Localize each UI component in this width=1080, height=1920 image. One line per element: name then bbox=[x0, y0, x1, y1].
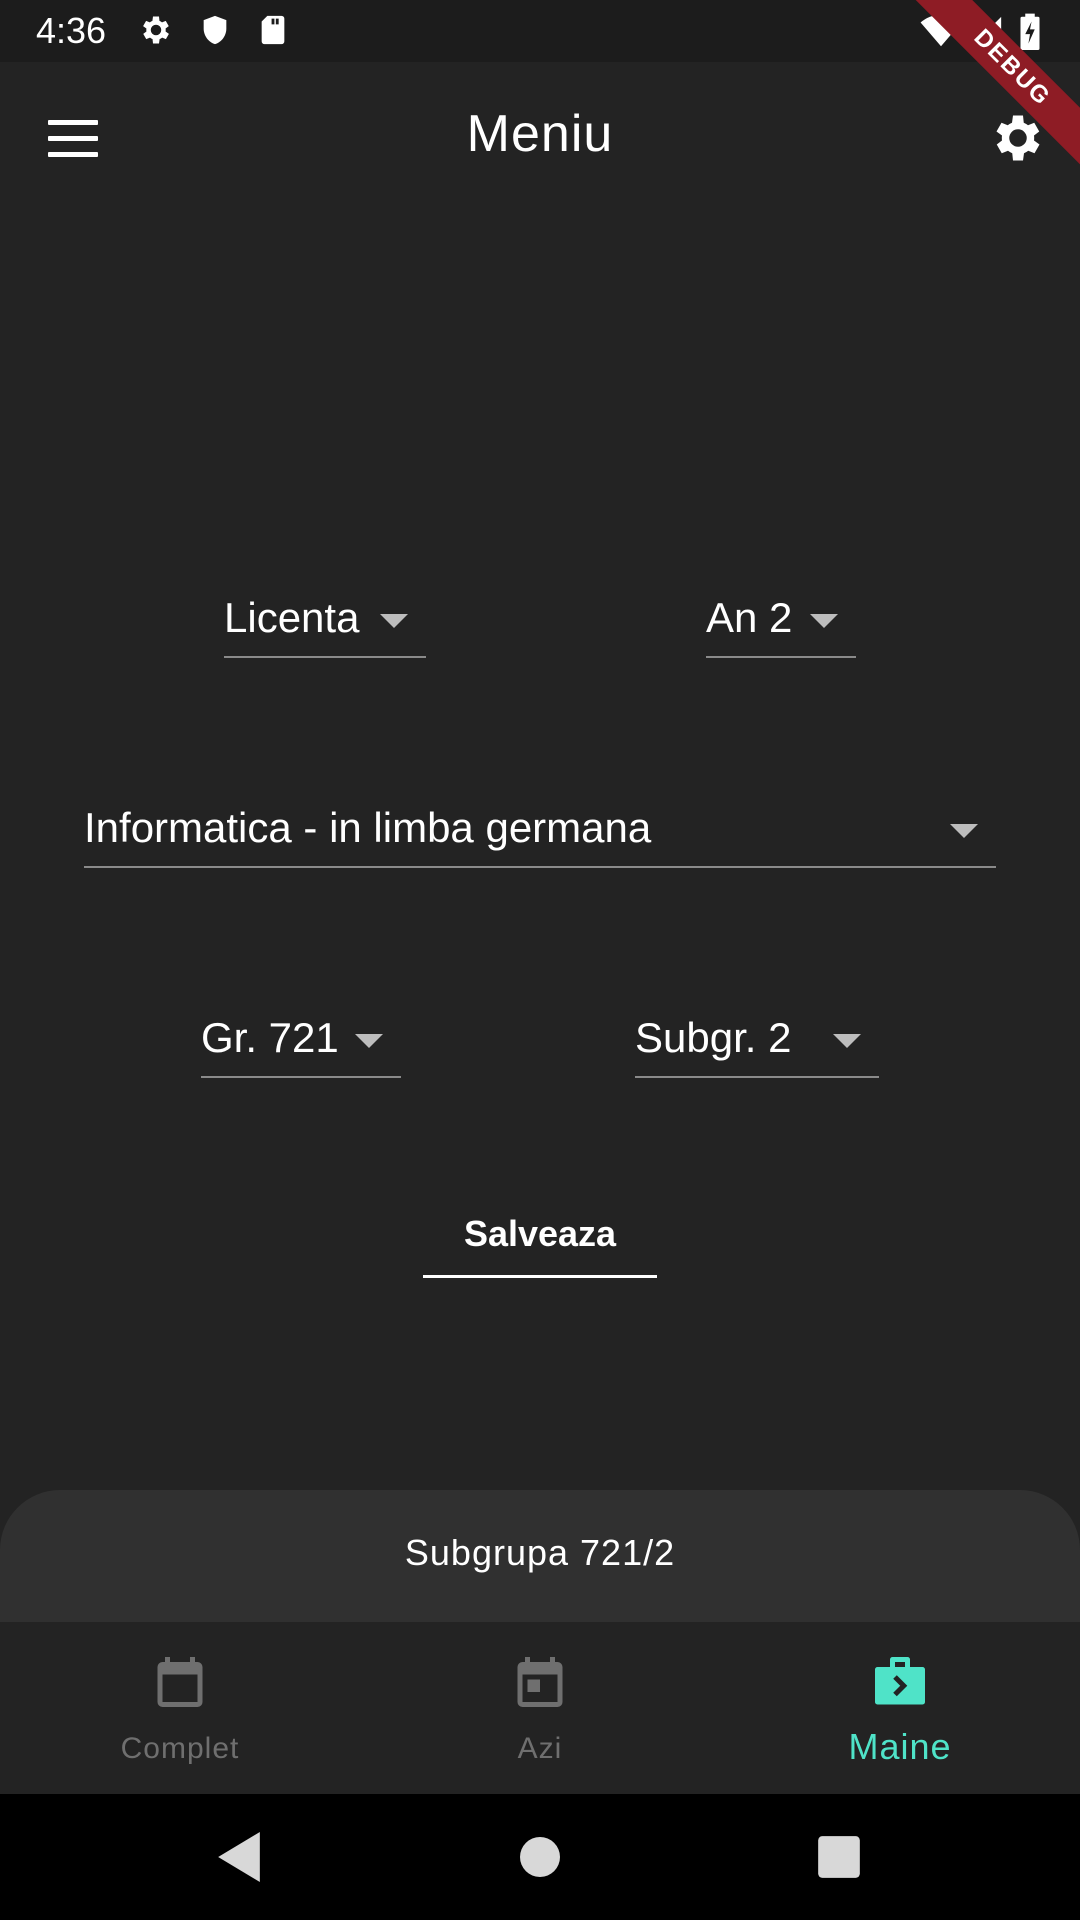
nav-item-complet[interactable]: Complet bbox=[0, 1622, 360, 1794]
briefcase-arrow-icon bbox=[875, 1657, 925, 1705]
bottom-navigation: Complet Azi Maine bbox=[0, 1622, 1080, 1794]
page-title: Meniu bbox=[466, 105, 614, 163]
subgroup-value: Subgr. 2 bbox=[635, 1014, 792, 1061]
level-dropdown[interactable]: Licenta bbox=[224, 584, 426, 658]
status-bar: 4:36 bbox=[0, 0, 1080, 62]
level-value: Licenta bbox=[224, 594, 360, 641]
nav-label: Complet bbox=[120, 1732, 240, 1765]
nav-label: Azi bbox=[517, 1732, 563, 1765]
calendar-today-icon bbox=[517, 1657, 563, 1707]
specialization-dropdown[interactable]: Informatica - in limba germana bbox=[84, 794, 996, 868]
nav-item-maine[interactable]: Maine bbox=[720, 1622, 1080, 1794]
chevron-down-icon bbox=[355, 1034, 383, 1048]
chevron-down-icon bbox=[380, 614, 408, 628]
bottom-sheet[interactable]: Subgrupa 721/2 bbox=[0, 1490, 1080, 1622]
home-icon[interactable] bbox=[520, 1832, 560, 1882]
nav-label: Maine bbox=[848, 1726, 952, 1767]
back-icon[interactable] bbox=[218, 1832, 260, 1882]
system-navigation-bar bbox=[0, 1794, 1080, 1920]
calendar-icon bbox=[157, 1657, 203, 1707]
subgroup-dropdown[interactable]: Subgr. 2 bbox=[635, 1004, 879, 1078]
status-time: 4:36 bbox=[36, 10, 107, 51]
specialization-value: Informatica - in limba germana bbox=[84, 804, 652, 851]
group-dropdown[interactable]: Gr. 721 bbox=[201, 1004, 401, 1078]
save-button[interactable]: Salveaza bbox=[423, 1192, 657, 1278]
group-value: Gr. 721 bbox=[201, 1014, 339, 1061]
year-value: An 2 bbox=[706, 594, 793, 641]
year-dropdown[interactable]: An 2 bbox=[706, 584, 856, 658]
sd-card-icon bbox=[261, 15, 285, 45]
nav-item-azi[interactable]: Azi bbox=[360, 1622, 720, 1794]
shield-icon bbox=[203, 15, 227, 45]
chevron-down-icon bbox=[833, 1034, 861, 1048]
app-bar: Meniu bbox=[0, 62, 1080, 212]
gear-icon bbox=[143, 16, 169, 44]
chevron-down-icon bbox=[950, 824, 978, 838]
recents-icon[interactable] bbox=[818, 1832, 860, 1882]
chevron-down-icon bbox=[810, 614, 838, 628]
selected-subgroup-label: Subgrupa 721/2 bbox=[404, 1532, 676, 1573]
battery-charging-icon bbox=[1020, 13, 1040, 50]
